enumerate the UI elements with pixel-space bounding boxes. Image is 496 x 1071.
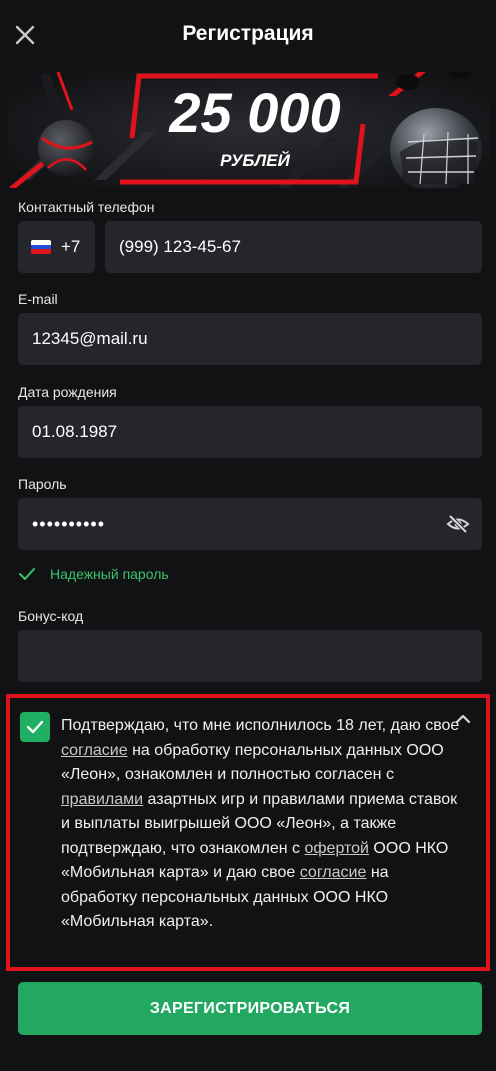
consent-link-agreement[interactable]: согласие: [61, 742, 128, 759]
bonus-code-input[interactable]: [18, 630, 482, 682]
birth-date-value: 01.08.1987: [32, 422, 118, 441]
page-title: Регистрация: [182, 22, 314, 45]
russia-flag-icon: [31, 240, 51, 254]
eye-off-icon[interactable]: [446, 512, 470, 536]
check-icon: [19, 568, 35, 580]
consent-text: Подтверждаю, что мне исполнилось 18 лет,…: [61, 714, 461, 935]
email-label: E-mail: [18, 291, 58, 307]
email-value: 12345@mail.ru: [32, 329, 148, 348]
password-label: Пароль: [18, 476, 67, 492]
register-button[interactable]: ЗАРЕГИСТРИРОВАТЬСЯ: [18, 982, 482, 1035]
password-strength: Надежный пароль: [18, 566, 169, 582]
password-input[interactable]: ••••••••••: [18, 498, 482, 550]
password-value: ••••••••••: [32, 513, 106, 534]
banner-artwork: 25 000 РУБЛЕЙ: [8, 72, 490, 188]
email-input[interactable]: 12345@mail.ru: [18, 313, 482, 365]
country-code: +7: [61, 237, 81, 256]
consent-text-part: Подтверждаю, что мне исполнилось 18 лет,…: [61, 717, 460, 734]
header: Регистрация: [0, 0, 496, 72]
phone-label: Контактный телефон: [18, 199, 155, 215]
phone-input[interactable]: (999) 123-45-67: [105, 221, 482, 273]
consent-link-agreement-2[interactable]: согласие: [300, 864, 367, 881]
consent-checkbox[interactable]: [20, 712, 50, 742]
check-icon: [26, 720, 44, 734]
banner-amount: 25 000: [168, 81, 340, 144]
birth-date-label: Дата рождения: [18, 384, 117, 400]
consent-link-offer[interactable]: офертой: [304, 840, 369, 857]
promo-banner: 25 000 РУБЛЕЙ: [8, 72, 490, 188]
country-code-select[interactable]: +7: [18, 221, 95, 273]
password-strength-text: Надежный пароль: [50, 566, 169, 582]
birth-date-input[interactable]: 01.08.1987: [18, 406, 482, 458]
consent-link-rules[interactable]: правилами: [61, 791, 143, 808]
bonus-code-label: Бонус-код: [18, 608, 84, 624]
registration-page: Регистрация 25 000 РУБЛЕЙ Контактный тел…: [0, 0, 496, 1071]
phone-value: (999) 123-45-67: [119, 237, 241, 256]
banner-currency: РУБЛЕЙ: [220, 150, 290, 170]
consent-section: Подтверждаю, что мне исполнилось 18 лет,…: [6, 694, 490, 971]
